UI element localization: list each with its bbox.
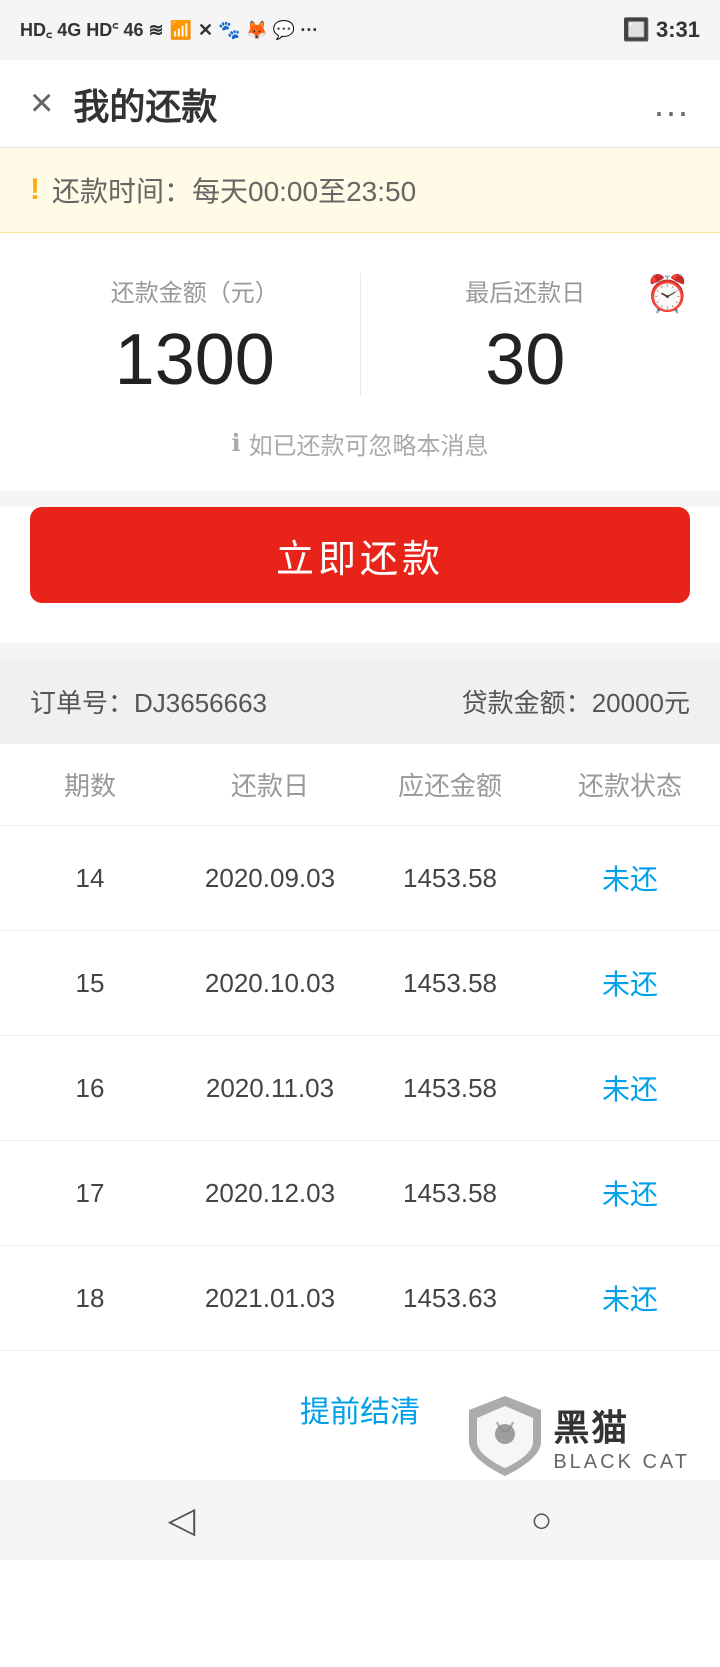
cell-period: 17: [0, 1178, 180, 1209]
col-header-amount: 应还金额: [360, 766, 540, 803]
loan-label: 贷款金额：: [462, 688, 592, 718]
loan-amount: 贷款金额：20000元: [462, 683, 690, 720]
amount-label: 还款金额（元）: [111, 273, 279, 308]
status-right: 🔲 3:31: [623, 17, 700, 43]
col-header-date: 还款日: [180, 766, 360, 803]
cell-status[interactable]: 未还: [540, 1173, 720, 1213]
table-header: 期数 还款日 应还金额 还款状态: [0, 744, 720, 826]
divider: [0, 643, 720, 659]
due-date-col: 最后还款日 30: [361, 273, 691, 396]
status-left: HD꜀ 4G HD꜂ 46 ≋ 📶 ✕ 🐾 🦊 💬 ···: [20, 18, 318, 42]
close-button[interactable]: ×: [30, 81, 53, 126]
more-button[interactable]: ...: [654, 83, 690, 125]
cell-period: 14: [0, 863, 180, 894]
header-left: × 我的还款: [30, 78, 217, 130]
due-date-label: 最后还款日: [465, 273, 585, 308]
status-icons: ✕ 🐾 🦊 💬 ···: [198, 20, 318, 41]
order-bar: 订单号：DJ3656663 贷款金额：20000元: [0, 659, 720, 744]
table-row: 14 2020.09.03 1453.58 未还: [0, 826, 720, 931]
summary-row: 还款金额（元） 1300 最后还款日 30 ⏰: [30, 273, 690, 396]
cell-date: 2020.12.03: [180, 1178, 360, 1209]
cell-date: 2020.11.03: [180, 1073, 360, 1104]
due-date-value: 30: [485, 324, 565, 396]
repayment-table: 期数 还款日 应还金额 还款状态 14 2020.09.03 1453.58 未…: [0, 744, 720, 1351]
notice-banner: ! 还款时间：每天00:00至23:50: [0, 148, 720, 233]
cell-amount: 1453.58: [360, 1178, 540, 1209]
cell-date: 2020.09.03: [180, 863, 360, 894]
hint-text: 如已还款可忽略本消息: [249, 426, 489, 461]
cell-amount: 1453.63: [360, 1283, 540, 1314]
table-row: 15 2020.10.03 1453.58 未还: [0, 931, 720, 1036]
status-time: 3:31: [656, 17, 700, 43]
cell-period: 18: [0, 1283, 180, 1314]
nav-bar: ◁ ○: [0, 1480, 720, 1560]
hint-icon: ℹ: [231, 429, 240, 458]
cell-amount: 1453.58: [360, 1073, 540, 1104]
cell-period: 15: [0, 968, 180, 999]
status-signal: HD꜀ 4G HD꜂ 46 ≋: [20, 18, 164, 42]
order-number: 订单号：DJ3656663: [30, 683, 267, 720]
cell-status[interactable]: 未还: [540, 858, 720, 898]
header: × 我的还款 ...: [0, 60, 720, 148]
cell-amount: 1453.58: [360, 968, 540, 999]
amount-value: 1300: [115, 324, 275, 396]
status-bar: HD꜀ 4G HD꜂ 46 ≋ 📶 ✕ 🐾 🦊 💬 ··· 🔲 3:31: [0, 0, 720, 60]
table-row: 17 2020.12.03 1453.58 未还: [0, 1141, 720, 1246]
table-row: 18 2021.01.03 1453.63 未还: [0, 1246, 720, 1351]
shield-icon: [465, 1392, 545, 1480]
notice-icon: !: [30, 173, 40, 207]
logo-blackcat-text: BLACK CAT: [553, 1451, 690, 1474]
bottom-logo: 黑猫 BLACK CAT: [465, 1392, 690, 1480]
order-no: DJ3656663: [134, 688, 267, 718]
pay-button[interactable]: 立即还款: [30, 507, 690, 603]
amount-col: 还款金额（元） 1300: [30, 273, 361, 396]
cell-amount: 1453.58: [360, 863, 540, 894]
loan-amount-value: 20000元: [592, 688, 690, 718]
nav-home-button[interactable]: ○: [501, 1489, 583, 1551]
cell-date: 2020.10.03: [180, 968, 360, 999]
cell-period: 16: [0, 1073, 180, 1104]
nav-back-button[interactable]: ◁: [138, 1489, 226, 1551]
alarm-icon: ⏰: [645, 273, 690, 315]
cell-status[interactable]: 未还: [540, 963, 720, 1003]
cell-date: 2021.01.03: [180, 1283, 360, 1314]
status-battery-icon: 🔲: [623, 17, 650, 43]
pay-button-wrap: 立即还款: [0, 507, 720, 643]
summary-hint: ℹ 如已还款可忽略本消息: [30, 426, 690, 461]
status-wifi: 📶: [170, 20, 192, 41]
col-header-status: 还款状态: [540, 766, 720, 803]
logo-text: 黑猫 BLACK CAT: [553, 1399, 690, 1474]
notice-text: 还款时间：每天00:00至23:50: [52, 170, 416, 210]
cell-status[interactable]: 未还: [540, 1278, 720, 1318]
col-header-period: 期数: [0, 766, 180, 803]
page-title: 我的还款: [73, 78, 217, 130]
summary-card: 还款金额（元） 1300 最后还款日 30 ⏰ ℹ 如已还款可忽略本消息: [0, 233, 720, 491]
logo-heima-text: 黑猫: [553, 1399, 629, 1451]
cell-status[interactable]: 未还: [540, 1068, 720, 1108]
table-row: 16 2020.11.03 1453.58 未还: [0, 1036, 720, 1141]
order-label: 订单号：: [30, 688, 134, 718]
